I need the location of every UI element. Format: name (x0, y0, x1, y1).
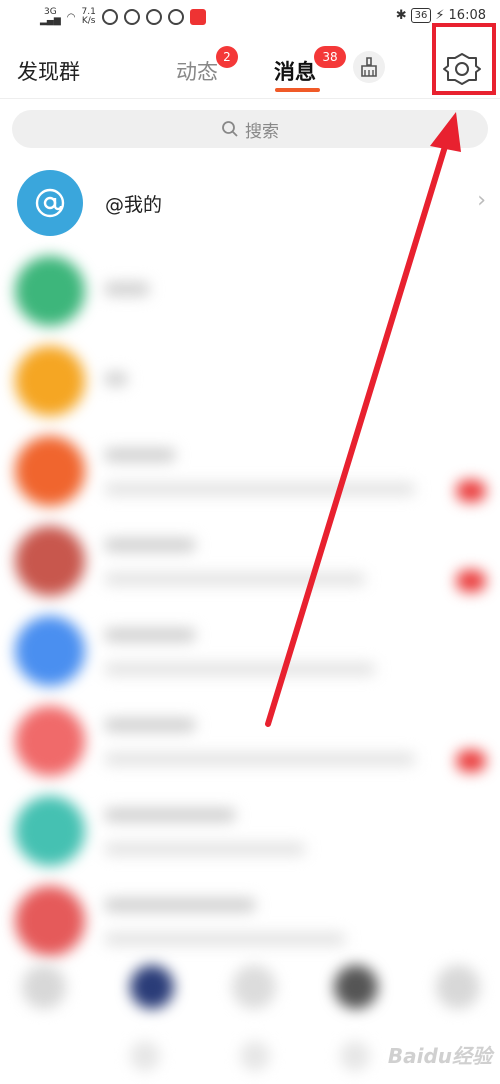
blurred-text (105, 628, 195, 642)
charging-icon: ⚡ (435, 8, 445, 23)
blurred-text (105, 808, 235, 822)
watermark: Baidu经验 (387, 1044, 492, 1068)
status-right: ✱ 36 ⚡ 16:08 (396, 8, 486, 23)
clock: 16:08 (448, 8, 486, 23)
discover-groups-link[interactable]: 发现群 (17, 56, 80, 86)
net-speed: 7.1 K/s (82, 8, 96, 26)
mention-avatar (17, 170, 83, 236)
avatar (15, 256, 85, 326)
list-item[interactable] (0, 338, 500, 430)
chevron-right-icon: › (477, 188, 486, 213)
unread-badge (456, 480, 486, 502)
wifi-icon: ◠ (66, 11, 76, 23)
nav-item[interactable] (22, 965, 66, 1009)
list-item[interactable] (0, 248, 500, 340)
bluetooth-icon: ✱ (395, 8, 407, 23)
blurred-text (105, 538, 195, 552)
active-tab-indicator (275, 88, 320, 92)
signal-icon: ▂▄▆ (40, 16, 61, 26)
nav-item[interactable] (130, 1041, 160, 1071)
notification-app-icon (101, 9, 118, 25)
avatar (15, 706, 85, 776)
avatar (15, 526, 85, 596)
search-placeholder: 搜索 (245, 121, 279, 142)
unread-badge (456, 570, 486, 592)
blurred-text (105, 752, 415, 766)
at-sign-icon (35, 188, 65, 218)
notification-app-icon (167, 9, 184, 25)
annotation-highlight-box (432, 23, 496, 95)
nav-item[interactable] (232, 965, 276, 1009)
list-item[interactable] (0, 788, 500, 880)
blurred-text (105, 482, 415, 496)
blurred-text (105, 662, 375, 676)
battery-indicator: 36 (410, 8, 432, 23)
blurred-text (105, 718, 195, 732)
list-item[interactable] (0, 698, 500, 790)
blurred-text (105, 842, 305, 856)
list-item[interactable] (0, 608, 500, 700)
top-header: 发现群 动态 2 消息 38 (0, 36, 500, 99)
avatar (15, 796, 85, 866)
notification-app-icon (145, 9, 162, 25)
list-item-title: @我的 (105, 194, 163, 216)
avatar (15, 616, 85, 686)
blurred-text (105, 282, 149, 296)
avatar (15, 436, 85, 506)
blurred-text (105, 932, 345, 946)
blurred-text (105, 448, 175, 462)
tab-dynamic-badge: 2 (216, 46, 238, 68)
blurred-text (105, 572, 365, 586)
list-item[interactable] (0, 428, 500, 520)
notification-chat-icon (123, 9, 140, 25)
nav-item[interactable] (130, 965, 174, 1009)
avatar (15, 346, 85, 416)
blurred-text (105, 372, 127, 386)
tab-dynamic[interactable]: 动态 (176, 56, 218, 86)
broom-icon (361, 57, 377, 77)
notification-app-icon (189, 9, 206, 25)
list-item-mentions[interactable]: @我的 › (0, 160, 500, 252)
search-bar[interactable]: 搜索 (12, 110, 488, 148)
list-item[interactable] (0, 518, 500, 610)
tab-messages-badge: 38 (314, 46, 346, 68)
blurred-text (105, 898, 255, 912)
status-left: 3G ▂▄▆ ◠ 7.1 K/s (40, 8, 206, 26)
nav-item[interactable] (334, 965, 378, 1009)
unread-badge (456, 750, 486, 772)
search-icon (222, 121, 238, 137)
tab-messages[interactable]: 消息 (274, 56, 316, 86)
nav-item[interactable] (240, 1041, 270, 1071)
nav-item[interactable] (340, 1041, 370, 1071)
status-bar: 3G ▂▄▆ ◠ 7.1 K/s ✱ 36 ⚡ 16:08 (0, 0, 500, 36)
net-speed-unit: K/s (81, 16, 96, 26)
clear-unread-button[interactable] (353, 51, 385, 83)
signal-indicator: 3G ▂▄▆ (40, 8, 61, 26)
nav-item[interactable] (436, 965, 480, 1009)
avatar (15, 886, 85, 956)
